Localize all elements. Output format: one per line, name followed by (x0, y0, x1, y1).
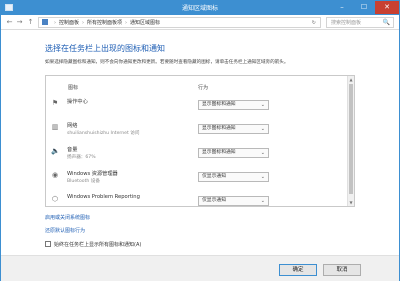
behavior-dropdown[interactable]: 显示图标和通知 ⌄ (198, 100, 269, 110)
always-show-all-label[interactable]: 始终在任务栏上显示所有图标和通知(A) (54, 242, 141, 248)
item-name: Windows Problem Reporting (67, 194, 140, 200)
item-name: 操作中心 (67, 99, 88, 105)
vertical-scrollbar[interactable]: ▲ ▼ (347, 76, 354, 206)
always-show-all-option[interactable]: 始终在任务栏上显示所有图标和通知(A) (45, 241, 141, 249)
scroll-down-icon[interactable]: ▼ (348, 199, 354, 206)
list-item: ◉ Windows 资源管理器 Bluetooth 设备 仅显示通知 ⌄ (46, 168, 348, 188)
item-description: 扬声器：67% (67, 155, 96, 160)
item-name: 音量 (67, 147, 78, 153)
column-header-icon: 图标 (68, 85, 79, 91)
minimize-button[interactable]: – (331, 1, 353, 14)
page-title: 选择在任务栏上出现的图标和通知 (45, 44, 165, 53)
chevron-down-icon: ⌄ (260, 198, 265, 204)
problem-reporting-icon: ⬡ (51, 195, 59, 203)
item-description: shuilianshuishizhu Internet 访问 (67, 131, 140, 136)
ok-button[interactable]: 确定 (279, 264, 317, 276)
control-panel-icon (42, 19, 48, 25)
chevron-down-icon: ⌄ (260, 150, 265, 156)
icon-list-panel: 图标 行为 ⚑ 操作中心 显示图标和通知 ⌄ ▥ 网络 shuilianshuis… (45, 75, 355, 207)
chevron-down-icon: ⌄ (260, 174, 265, 180)
item-name: Windows 资源管理器 (67, 171, 118, 177)
close-button[interactable]: ✕ (375, 1, 399, 14)
breadcrumb-item[interactable]: 通知区域图标 (130, 20, 160, 26)
title-bar: 通知区域图标 – ☐ ✕ (1, 1, 399, 15)
flag-icon: ⚑ (51, 99, 59, 107)
notification-area-icons-window: 通知区域图标 – ☐ ✕ ← → ↑ › 控制面板 › 所有控制面板项 › 通知区域图标 … (0, 0, 400, 281)
maximize-button[interactable]: ☐ (353, 1, 375, 14)
address-bar[interactable]: › 控制面板 › 所有控制面板项 › 通知区域图标 ↻ (38, 17, 321, 28)
list-item: ⚑ 操作中心 显示图标和通知 ⌄ (46, 96, 348, 116)
item-name: 网络 (67, 123, 78, 129)
list-item: 🔈 音量 扬声器：67% 显示图标和通知 ⌄ (46, 144, 348, 164)
search-icon[interactable]: 🔍 (383, 18, 390, 28)
scroll-thumb[interactable] (349, 84, 353, 194)
page-description: 如果选择隐藏图标和通知，则不会向你通知更改和更新。若要随时查看隐藏的图标，请单击… (45, 60, 289, 65)
item-description: Bluetooth 设备 (67, 179, 100, 184)
restore-default-behavior-link[interactable]: 还原默认图标行为 (45, 227, 85, 234)
windows-explorer-icon: ◉ (51, 171, 59, 179)
toggle-system-icons-link[interactable]: 启用或关闭系统图标 (45, 214, 90, 221)
behavior-dropdown[interactable]: 显示图标和通知 ⌄ (198, 124, 269, 134)
always-show-all-checkbox[interactable] (45, 241, 51, 247)
navigation-bar: ← → ↑ › 控制面板 › 所有控制面板项 › 通知区域图标 ↻ 搜索控制面板 🔍 (1, 15, 399, 30)
column-header-behavior: 行为 (198, 85, 209, 91)
forward-button[interactable]: → (15, 18, 24, 27)
cancel-button[interactable]: 取消 (323, 264, 361, 276)
search-input[interactable]: 搜索控制面板 🔍 (326, 17, 394, 28)
scroll-up-icon[interactable]: ▲ (348, 76, 354, 83)
list-item: ▥ 网络 shuilianshuishizhu Internet 访问 显示图标… (46, 120, 348, 140)
dialog-footer: 确定 取消 (1, 255, 399, 281)
refresh-icon[interactable]: ↻ (312, 18, 316, 27)
search-placeholder: 搜索控制面板 (331, 20, 362, 26)
network-icon: ▥ (51, 123, 59, 131)
behavior-dropdown[interactable]: 仅显示通知 ⌄ (198, 196, 269, 206)
chevron-down-icon: ⌄ (260, 126, 265, 132)
behavior-dropdown[interactable]: 显示图标和通知 ⌄ (198, 148, 269, 158)
breadcrumb-item[interactable]: 控制面板 (59, 20, 79, 26)
behavior-dropdown[interactable]: 仅显示通知 ⌄ (198, 172, 269, 182)
breadcrumb-item[interactable]: 所有控制面板项 (87, 20, 122, 26)
list-item: ⬡ Windows Problem Reporting 仅显示通知 ⌄ (46, 192, 348, 206)
back-button[interactable]: ← (5, 18, 14, 27)
up-button[interactable]: ↑ (26, 18, 35, 27)
chevron-down-icon: ⌄ (260, 102, 265, 108)
speaker-icon: 🔈 (51, 147, 60, 155)
